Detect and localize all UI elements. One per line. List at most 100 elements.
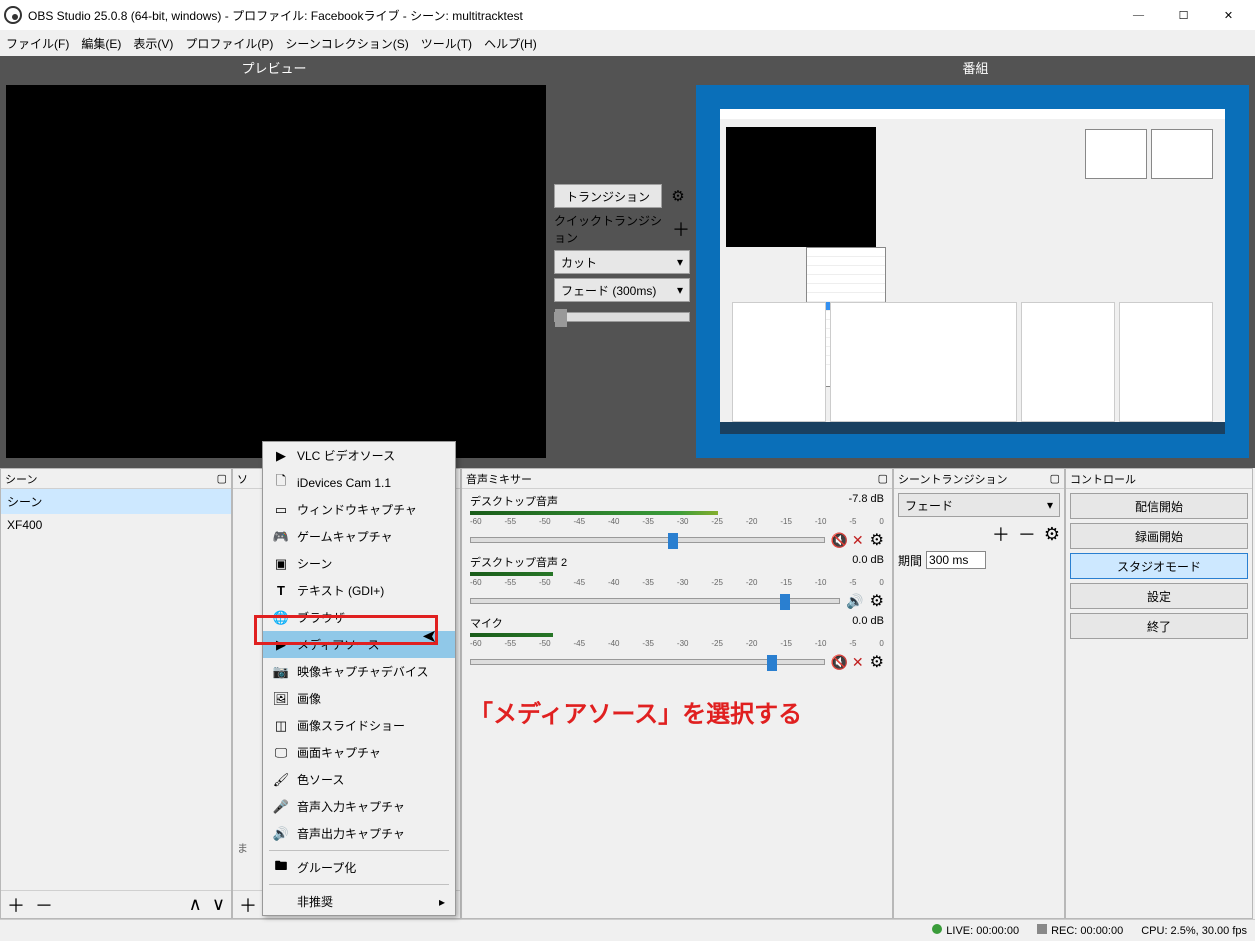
scene-transitions-dock: シーントランジション▢ フェード ＋ － ⚙ 期間 [893, 468, 1065, 919]
start-streaming-button[interactable]: 配信開始 [1070, 493, 1248, 519]
menu-profile[interactable]: プロファイル(P) [185, 35, 273, 52]
obs-logo-icon [4, 6, 22, 24]
ctx-item-text[interactable]: Tテキスト (GDI+) [263, 577, 455, 604]
channel-name: マイク [470, 615, 503, 631]
tbar-slider[interactable] [554, 312, 690, 322]
scene-down-icon[interactable]: ∨ [212, 894, 225, 915]
mute-icon[interactable]: 🔇 ✕ [831, 654, 864, 671]
live-indicator-icon [932, 924, 942, 934]
camera-icon: 📷 [271, 664, 291, 680]
add-scene-icon[interactable]: ＋ [7, 892, 25, 918]
channel-name: デスクトップ音声 [470, 493, 558, 509]
volume-fader[interactable] [470, 659, 825, 665]
document-icon: 🗋 [271, 472, 291, 494]
play-icon: ▶ [271, 637, 291, 653]
preview-canvas[interactable] [6, 85, 546, 458]
remove-scene-icon[interactable]: － [35, 892, 53, 918]
menu-tools[interactable]: ツール(T) [421, 35, 472, 52]
duration-input[interactable] [926, 551, 986, 569]
preview-label: プレビュー [0, 56, 548, 79]
ctx-item-color-source[interactable]: 🖌色ソース [263, 766, 455, 793]
volume-fader[interactable] [470, 598, 840, 604]
transition-gear-icon[interactable]: ⚙ [666, 184, 690, 208]
quick-transition-label: クイックトランジション [554, 212, 672, 246]
studio-mode-button[interactable]: スタジオモード [1070, 553, 1248, 579]
channel-gear-icon[interactable]: ⚙ [870, 652, 884, 672]
quick-transition-cut[interactable]: カット [554, 250, 690, 274]
ctx-item-slideshow[interactable]: ◫画像スライドショー [263, 712, 455, 739]
speaker-icon[interactable]: 🔊 [846, 593, 863, 610]
add-quick-transition-icon[interactable]: ＋ [672, 216, 690, 242]
gamepad-icon: 🎮 [271, 529, 291, 545]
ctx-item-video-capture[interactable]: 📷映像キャプチャデバイス [263, 658, 455, 685]
cursor-icon: ➤ [422, 626, 437, 647]
ctx-item-display-capture[interactable]: 🖵画面キャプチャ [263, 739, 455, 766]
scene-icon: ▣ [271, 556, 291, 572]
rec-indicator-icon [1037, 924, 1047, 934]
ctx-item-window-capture[interactable]: ▭ウィンドウキャプチャ [263, 496, 455, 523]
menu-edit[interactable]: 編集(E) [81, 35, 121, 52]
program-label: 番組 [696, 56, 1255, 79]
transition-props-gear-icon[interactable]: ⚙ [1044, 524, 1060, 545]
remove-transition-icon[interactable]: － [1018, 521, 1036, 547]
mute-icon[interactable]: 🔇 ✕ [831, 532, 864, 549]
ctx-item-audio-output[interactable]: 🔊音声出力キャプチャ [263, 820, 455, 847]
scene-up-icon[interactable]: ∧ [189, 894, 202, 915]
dock-popout-icon[interactable]: ▢ [217, 472, 227, 485]
db-scale: -60-55-50-45-40-35-30-25-20-15-10-50 [470, 517, 884, 526]
ctx-item-deprecated[interactable]: 非推奨 [263, 888, 455, 915]
menu-view[interactable]: 表示(V) [133, 35, 173, 52]
scenes-dock: シーン ▢ シーン XF400 ＋ － ∧ ∨ [0, 468, 232, 919]
ctx-item-image[interactable]: 🖼画像 [263, 685, 455, 712]
scenes-title: シーン [5, 471, 37, 487]
program-canvas[interactable] [696, 85, 1249, 458]
scene-transitions-title: シーントランジション [898, 471, 1007, 487]
window-icon: ▭ [271, 502, 291, 518]
channel-gear-icon[interactable]: ⚙ [870, 530, 884, 550]
mixer-channel: デスクトップ音声-7.8 dB -60-55-50-45-40-35-30-25… [462, 489, 892, 550]
menu-scene-collection[interactable]: シーンコレクション(S) [285, 35, 408, 52]
ctx-item-idevices[interactable]: 🗋iDevices Cam 1.1 [263, 469, 455, 496]
ctx-item-scene[interactable]: ▣シーン [263, 550, 455, 577]
dock-popout-icon[interactable]: ▢ [1050, 472, 1060, 485]
brush-icon: 🖌 [271, 772, 291, 788]
db-scale: -60-55-50-45-40-35-30-25-20-15-10-50 [470, 578, 884, 587]
program-panel: 番組 [696, 56, 1255, 466]
add-source-context-menu: ▶VLC ビデオソース 🗋iDevices Cam 1.1 ▭ウィンドウキャプチ… [262, 441, 456, 916]
volume-meter [470, 511, 884, 515]
maximize-button[interactable]: ☐ [1161, 0, 1206, 30]
ctx-item-vlc[interactable]: ▶VLC ビデオソース [263, 442, 455, 469]
menu-file[interactable]: ファイル(F) [6, 35, 69, 52]
status-cpu: CPU: 2.5%, 30.00 fps [1141, 925, 1247, 937]
close-button[interactable]: ✕ [1206, 0, 1251, 30]
dock-popout-icon[interactable]: ▢ [878, 472, 888, 485]
scene-item[interactable]: シーン [1, 489, 231, 514]
image-icon: 🖼 [271, 691, 291, 707]
controls-title: コントロール [1070, 471, 1136, 487]
mic-icon: 🎤 [271, 799, 291, 815]
add-source-icon[interactable]: ＋ [239, 892, 257, 918]
ctx-item-audio-input[interactable]: 🎤音声入力キャプチャ [263, 793, 455, 820]
minimize-button[interactable]: — [1116, 0, 1161, 30]
transition-button[interactable]: トランジション [554, 184, 662, 208]
settings-button[interactable]: 設定 [1070, 583, 1248, 609]
scene-list[interactable]: シーン XF400 [1, 489, 231, 890]
channel-db: 0.0 dB [852, 554, 884, 570]
add-transition-icon[interactable]: ＋ [992, 521, 1010, 547]
status-rec: REC: 00:00:00 [1037, 924, 1123, 937]
separator [269, 884, 449, 885]
channel-gear-icon[interactable]: ⚙ [870, 591, 884, 611]
monitor-icon: 🖵 [271, 745, 291, 761]
quick-transition-fade[interactable]: フェード (300ms) [554, 278, 690, 302]
start-recording-button[interactable]: 録画開始 [1070, 523, 1248, 549]
transition-select[interactable]: フェード [898, 493, 1060, 517]
mixer-channel: マイク0.0 dB -60-55-50-45-40-35-30-25-20-15… [462, 611, 892, 672]
menu-help[interactable]: ヘルプ(H) [484, 35, 537, 52]
ctx-item-game-capture[interactable]: 🎮ゲームキャプチャ [263, 523, 455, 550]
slideshow-icon: ◫ [271, 718, 291, 734]
ctx-item-group[interactable]: 🖿グループ化 [263, 854, 455, 881]
mixer-title: 音声ミキサー [466, 471, 532, 487]
scene-item[interactable]: XF400 [1, 514, 231, 536]
volume-fader[interactable] [470, 537, 825, 543]
exit-button[interactable]: 終了 [1070, 613, 1248, 639]
